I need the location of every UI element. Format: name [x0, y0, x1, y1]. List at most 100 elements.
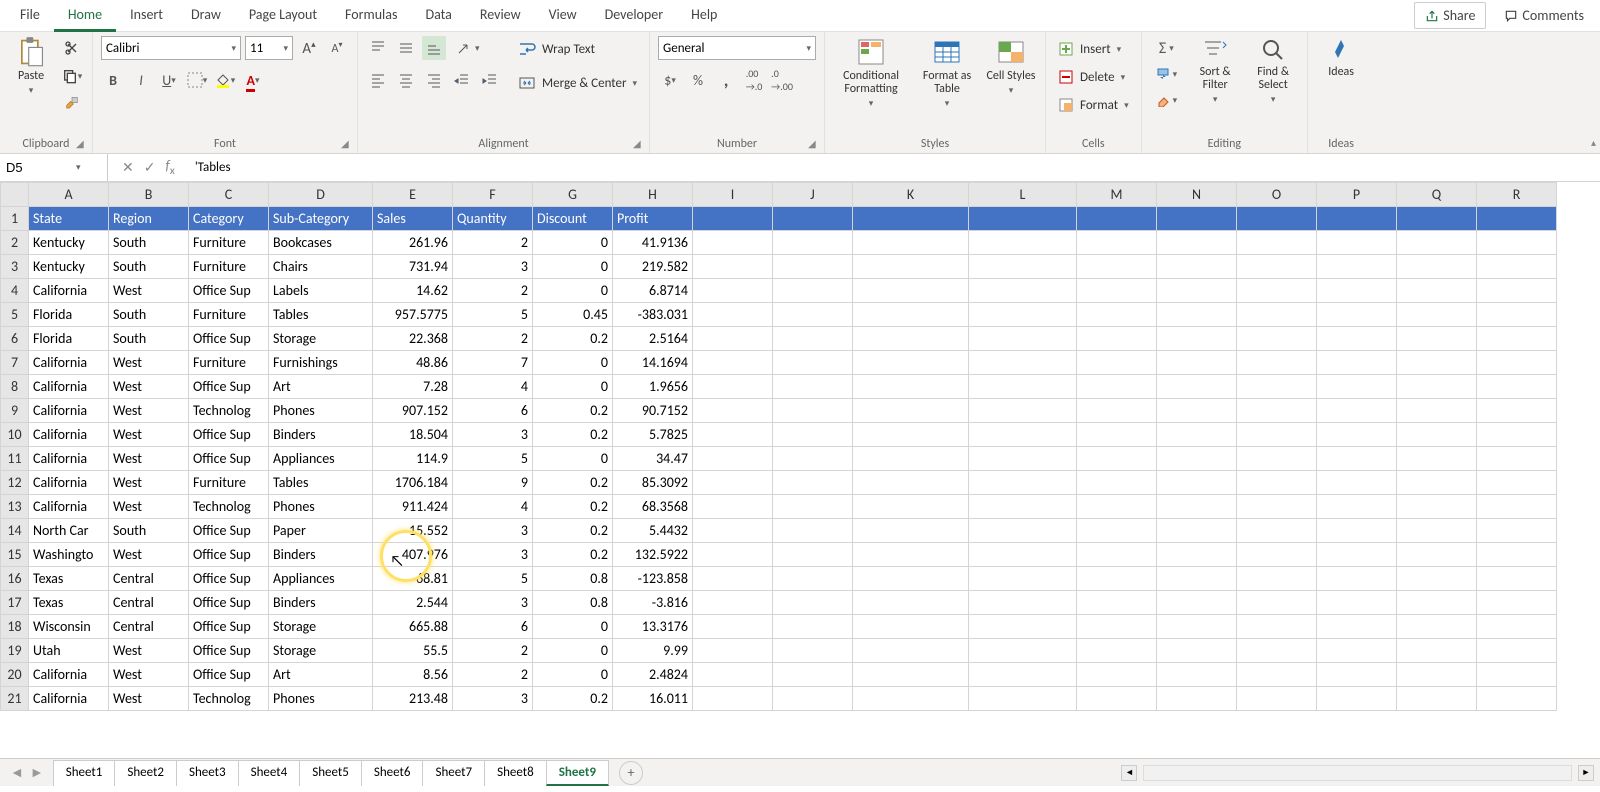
row-header-6[interactable]: 6 [1, 327, 29, 351]
align-middle-button[interactable] [394, 36, 418, 60]
cell[interactable]: Storage [269, 639, 373, 663]
cell[interactable]: Central [109, 615, 189, 639]
cell[interactable]: West [109, 375, 189, 399]
cell[interactable]: Bookcases [269, 231, 373, 255]
cell[interactable] [1077, 567, 1157, 591]
cell[interactable] [1477, 447, 1557, 471]
decrease-font-button[interactable]: A▾ [325, 36, 349, 60]
column-header-Q[interactable]: Q [1397, 183, 1477, 207]
row-header-8[interactable]: 8 [1, 375, 29, 399]
cell[interactable] [1397, 423, 1477, 447]
cell[interactable]: California [29, 687, 109, 711]
cell[interactable]: Binders [269, 423, 373, 447]
cell[interactable]: Chairs [269, 255, 373, 279]
cell[interactable]: 0 [533, 663, 613, 687]
wrap-text-button[interactable]: Wrap Text [514, 36, 641, 62]
number-format-combo[interactable]: General▾ [658, 36, 816, 60]
row-header-7[interactable]: 7 [1, 351, 29, 375]
sheet-nav-prev[interactable]: ◄ [10, 764, 24, 781]
cell[interactable]: 6 [453, 399, 533, 423]
column-header-I[interactable]: I [693, 183, 773, 207]
cell[interactable]: Office Sup [189, 423, 269, 447]
insert-function-button[interactable]: fx [165, 157, 174, 178]
column-header-N[interactable]: N [1157, 183, 1237, 207]
column-header-J[interactable]: J [773, 183, 853, 207]
cell[interactable]: 731.94 [373, 255, 453, 279]
column-header-K[interactable]: K [853, 183, 969, 207]
cell[interactable]: 2 [453, 663, 533, 687]
cell[interactable] [1317, 591, 1397, 615]
ribbon-tab-view[interactable]: View [535, 0, 591, 32]
cell[interactable]: 15.552 [373, 519, 453, 543]
fill-button[interactable]: ▾ [1150, 62, 1184, 86]
sheet-area[interactable]: ABCDEFGHIJKLMNOPQR1StateRegionCategorySu… [0, 182, 1600, 758]
insert-cells-button[interactable]: Insert▾ [1054, 36, 1133, 62]
cell[interactable]: California [29, 375, 109, 399]
cell[interactable]: 0 [533, 615, 613, 639]
cell[interactable] [1157, 399, 1237, 423]
cell[interactable]: 41.9136 [613, 231, 693, 255]
ribbon-tab-file[interactable]: File [6, 0, 54, 32]
cell[interactable] [1317, 279, 1397, 303]
cell[interactable] [1157, 663, 1237, 687]
column-header-O[interactable]: O [1237, 183, 1317, 207]
cell[interactable]: 0 [533, 231, 613, 255]
ribbon-tab-draw[interactable]: Draw [177, 0, 235, 32]
chevron-down-icon[interactable]: ▾ [76, 162, 81, 173]
cell[interactable] [1077, 279, 1157, 303]
align-left-button[interactable] [366, 68, 390, 92]
cell[interactable]: 0 [533, 255, 613, 279]
cell[interactable] [773, 399, 853, 423]
cell[interactable]: 18.504 [373, 423, 453, 447]
cell[interactable] [1397, 615, 1477, 639]
underline-button[interactable]: U▾ [157, 68, 181, 92]
cell[interactable]: 3 [453, 519, 533, 543]
cell[interactable]: 665.88 [373, 615, 453, 639]
cell[interactable] [969, 327, 1077, 351]
cell[interactable]: 14.62 [373, 279, 453, 303]
cell[interactable] [1397, 591, 1477, 615]
cell[interactable]: California [29, 423, 109, 447]
cell[interactable] [1237, 519, 1317, 543]
cell[interactable] [1317, 639, 1397, 663]
cell[interactable] [1397, 303, 1477, 327]
cell[interactable]: 132.5922 [613, 543, 693, 567]
cell[interactable] [1157, 471, 1237, 495]
cell[interactable] [773, 519, 853, 543]
italic-button[interactable]: I [129, 68, 153, 92]
sheet-tab-sheet9[interactable]: Sheet9 [546, 760, 609, 786]
cell[interactable] [1077, 351, 1157, 375]
cell[interactable] [1397, 231, 1477, 255]
cell[interactable]: Central [109, 591, 189, 615]
cell[interactable]: 5 [453, 447, 533, 471]
cell[interactable]: 9 [453, 471, 533, 495]
cell[interactable]: Kentucky [29, 255, 109, 279]
cell[interactable]: 0 [533, 279, 613, 303]
cell[interactable]: Furniture [189, 231, 269, 255]
row-header-19[interactable]: 19 [1, 639, 29, 663]
cell[interactable]: Furniture [189, 303, 269, 327]
cell[interactable]: Office Sup [189, 543, 269, 567]
cell[interactable] [1477, 279, 1557, 303]
cell[interactable]: 7 [453, 351, 533, 375]
ribbon-tab-data[interactable]: Data [411, 0, 465, 32]
cell[interactable]: Technolog [189, 687, 269, 711]
scroll-left-button[interactable]: ◄ [1121, 765, 1137, 781]
cancel-formula-button[interactable]: ✕ [122, 159, 134, 176]
cell[interactable] [1077, 615, 1157, 639]
select-all-corner[interactable] [1, 183, 29, 207]
sheet-tab-sheet4[interactable]: Sheet4 [238, 760, 301, 786]
row-header-11[interactable]: 11 [1, 447, 29, 471]
cell[interactable]: West [109, 687, 189, 711]
cell[interactable]: 0.2 [533, 687, 613, 711]
cell[interactable]: 8.56 [373, 663, 453, 687]
cell[interactable]: 3 [453, 423, 533, 447]
row-header-10[interactable]: 10 [1, 423, 29, 447]
cell[interactable]: South [109, 231, 189, 255]
cell[interactable] [1237, 255, 1317, 279]
cell[interactable] [1317, 543, 1397, 567]
cell[interactable]: Furniture [189, 255, 269, 279]
column-header-M[interactable]: M [1077, 183, 1157, 207]
cell[interactable] [853, 303, 969, 327]
cell[interactable] [1397, 543, 1477, 567]
